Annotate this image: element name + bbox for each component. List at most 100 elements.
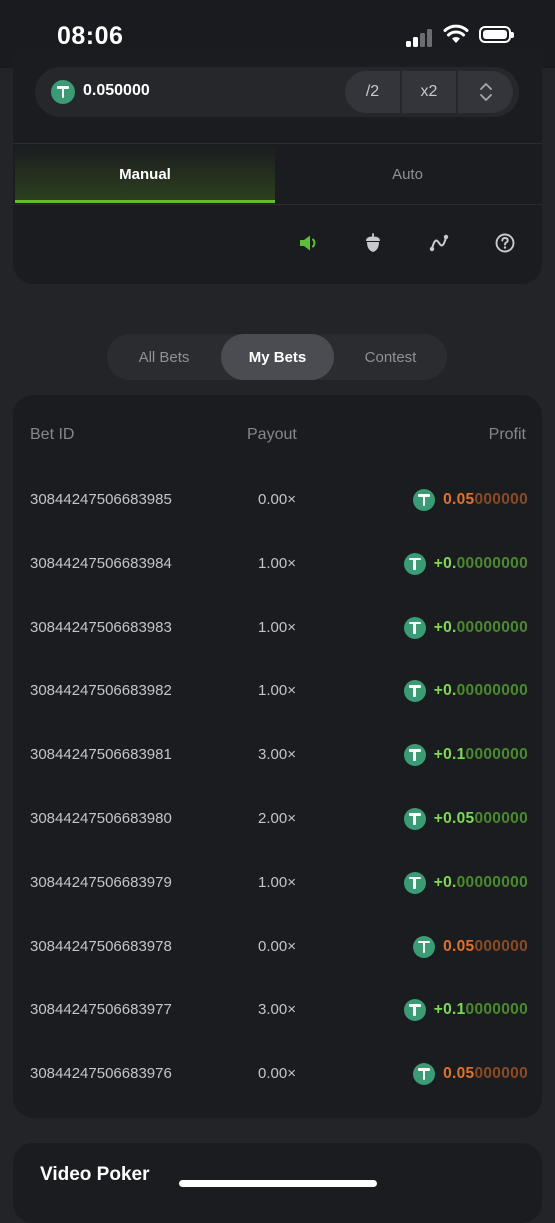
bet-id: 30844247506683979: [30, 873, 172, 891]
bet-amount-field[interactable]: 0.050000 /2 x2: [35, 67, 519, 117]
payout-value: 0.00×: [258, 491, 296, 508]
tab-my-bets[interactable]: My Bets: [221, 334, 334, 380]
profit-significant: +0.: [433, 682, 457, 700]
column-header-profit: Profit: [488, 426, 526, 443]
battery-icon: [479, 26, 514, 43]
acorn-icon[interactable]: [362, 232, 384, 254]
bet-amount-value[interactable]: 0.050000: [83, 82, 150, 100]
profit-value: +0. 00000000: [403, 680, 528, 703]
bet-control-panel: 0.050000 /2 x2 Manual Auto: [13, 50, 542, 284]
profit-significant: +0.: [433, 873, 457, 891]
payout-value: 1.00×: [258, 682, 296, 700]
profit-value: +0.1 0000000: [403, 744, 528, 767]
bet-id: 30844247506683976: [30, 1065, 172, 1083]
profit-trailing-zeros: 000000: [474, 937, 528, 955]
profit-trailing-zeros: 00000000: [456, 618, 528, 636]
profit-value: +0.1 0000000: [403, 999, 528, 1022]
profit-significant: +0.1: [433, 746, 466, 764]
payout-value: 3.00×: [258, 746, 296, 764]
payout-value: 2.00×: [258, 810, 296, 827]
payout-value: 1.00×: [258, 554, 296, 572]
graph-icon[interactable]: [428, 232, 450, 254]
profit-significant: +0.: [433, 554, 457, 572]
amount-stepper-button[interactable]: [458, 71, 513, 113]
payout-value: 0.00×: [258, 1065, 296, 1083]
payout-value: 1.00×: [258, 873, 296, 891]
table-row[interactable]: 30844247506683983 1.00× +0. 00000000: [13, 596, 542, 660]
payout-value: 3.00×: [258, 1001, 296, 1019]
tether-coin-icon: [51, 80, 75, 104]
profit-trailing-zeros: 000000: [474, 810, 528, 827]
profit-value: 0.05 000000: [413, 489, 528, 511]
table-row[interactable]: 30844247506683984 1.00× +0. 00000000: [13, 532, 542, 596]
tab-auto[interactable]: Auto: [275, 145, 540, 203]
payout-value: 1.00×: [258, 618, 296, 636]
active-tab-indicator: [15, 200, 275, 203]
tether-coin-icon: [413, 1063, 436, 1086]
profit-significant: +0.05: [433, 810, 475, 827]
bet-id: 30844247506683977: [30, 1001, 172, 1019]
bets-table: Bet ID Payout Profit 30844247506683985 0.…: [13, 395, 542, 1118]
column-header-bet-id: Bet ID: [30, 426, 75, 443]
profit-value: 0.05 000000: [413, 1063, 528, 1086]
home-indicator[interactable]: [179, 1180, 377, 1187]
tether-coin-icon: [403, 999, 426, 1022]
table-row[interactable]: 30844247506683977 3.00× +0.1 0000000: [13, 978, 542, 1042]
double-amount-button[interactable]: x2: [402, 71, 456, 113]
profit-trailing-zeros: 000000: [474, 491, 528, 508]
tether-coin-icon: [403, 808, 426, 830]
table-row[interactable]: 30844247506683979 1.00× +0. 00000000: [13, 851, 542, 915]
profit-trailing-zeros: 000000: [474, 1065, 528, 1083]
cellular-signal-icon: [406, 27, 434, 47]
help-icon[interactable]: [494, 232, 516, 254]
tether-coin-icon: [403, 680, 426, 703]
profit-value: +0. 00000000: [403, 871, 528, 894]
bet-id: 30844247506683978: [30, 937, 172, 955]
profit-significant: +0.1: [433, 1001, 466, 1019]
tether-coin-icon: [413, 935, 436, 958]
profit-trailing-zeros: 00000000: [456, 682, 528, 700]
profit-value: +0. 00000000: [403, 616, 528, 639]
divider: [13, 204, 542, 205]
bet-list-tabs: All Bets My Bets Contest: [107, 334, 447, 380]
profit-trailing-zeros: 00000000: [456, 873, 528, 891]
bet-id: 30844247506683980: [30, 810, 172, 827]
chevron-up-icon: [479, 83, 492, 90]
profit-trailing-zeros: 0000000: [465, 746, 528, 764]
table-row[interactable]: 30844247506683976 0.00× 0.05 000000: [13, 1042, 542, 1106]
payout-value: 0.00×: [258, 937, 296, 955]
table-row[interactable]: 30844247506683980 2.00× +0.05 000000: [13, 787, 542, 851]
section-title: Video Poker: [40, 1164, 150, 1185]
bet-id: 30844247506683981: [30, 746, 172, 764]
tether-coin-icon: [403, 552, 426, 575]
wifi-icon: [443, 24, 469, 43]
profit-significant: +0.: [433, 618, 457, 636]
profit-trailing-zeros: 00000000: [456, 554, 528, 572]
bet-id: 30844247506683983: [30, 618, 172, 636]
chevron-down-icon: [479, 94, 492, 101]
profit-significant: 0.05: [443, 491, 475, 508]
sound-icon[interactable]: [297, 232, 319, 254]
tether-coin-icon: [413, 489, 436, 511]
table-row[interactable]: 30844247506683985 0.00× 0.05 000000: [13, 468, 542, 532]
profit-value: 0.05 000000: [413, 935, 528, 958]
profit-value: +0.05 000000: [403, 808, 528, 830]
half-amount-button[interactable]: /2: [345, 71, 400, 113]
table-row[interactable]: 30844247506683981 3.00× +0.1 0000000: [13, 723, 542, 787]
profit-trailing-zeros: 0000000: [465, 1001, 528, 1019]
tether-coin-icon: [403, 744, 426, 767]
tab-all-bets[interactable]: All Bets: [107, 334, 221, 380]
bet-id: 30844247506683984: [30, 554, 172, 572]
profit-significant: 0.05: [443, 1065, 475, 1083]
profit-value: +0. 00000000: [403, 552, 528, 575]
column-header-payout: Payout: [247, 426, 297, 443]
tab-manual[interactable]: Manual: [15, 145, 275, 203]
status-time: 08:06: [57, 22, 124, 50]
table-row[interactable]: 30844247506683978 0.00× 0.05 000000: [13, 915, 542, 979]
divider: [13, 143, 542, 144]
table-row[interactable]: 30844247506683982 1.00× +0. 00000000: [13, 659, 542, 723]
amount-adjust-group: /2 x2: [345, 71, 513, 113]
tab-contest[interactable]: Contest: [334, 334, 447, 380]
tether-coin-icon: [403, 871, 426, 894]
tether-coin-icon: [403, 616, 426, 639]
